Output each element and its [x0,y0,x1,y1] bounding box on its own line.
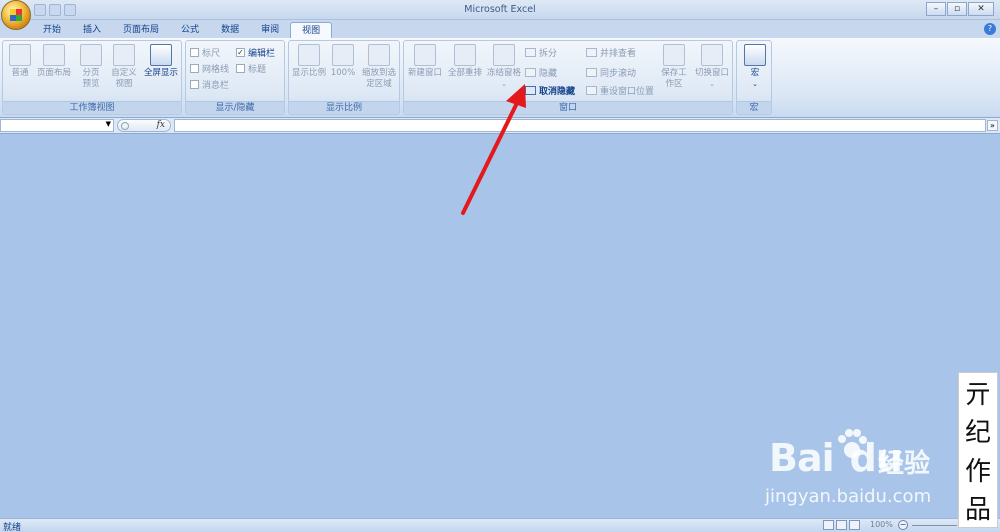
author-signature: 亓 纪 作 品 [958,372,998,528]
save-workspace-icon [663,44,685,66]
synchronous-scrolling-button[interactable]: 同步滚动 [586,66,636,79]
freeze-panes-button[interactable]: 冻结窗格 ⌄ [486,44,522,90]
switch-windows-button[interactable]: 切换窗口 ⌄ [692,44,732,90]
save-workspace-button[interactable]: 保存工作区 [657,44,691,90]
ruler-checkbox[interactable]: 标尺 [190,46,220,59]
tab-data[interactable]: 数据 [210,22,250,38]
insert-function-control[interactable]: fx [117,119,171,132]
help-icon[interactable]: ? [984,23,996,35]
ribbon-tabs-row: 开始 插入 页面布局 公式 数据 审阅 视图 ? [0,20,1000,38]
fx-icon[interactable]: fx [157,120,165,130]
full-screen-icon [150,44,172,66]
new-window-button[interactable]: 新建窗口 [406,44,444,79]
message-bar-checkbox[interactable]: 消息栏 [190,78,229,91]
group-zoom: 显示比例 100% 缩放到选定区域 显示比例 [288,40,400,115]
window-title: Microsoft Excel [464,4,536,15]
group-label-macros: 宏 [737,101,771,113]
page-break-icon [80,44,102,66]
restore-button[interactable]: ▫ [947,2,967,16]
zoom-level[interactable]: 100% [870,520,893,529]
view-side-by-side-button[interactable]: 并排查看 [586,46,636,59]
ribbon-tabs: 开始 插入 页面布局 公式 数据 审阅 视图 [32,22,333,38]
page-break-icon[interactable] [849,520,860,530]
zoom-selection-icon [368,44,390,66]
magnifier-icon [298,44,320,66]
custom-views-icon [113,44,135,66]
watermark-url: jingyan.baidu.com [765,486,932,507]
page-layout-view-button[interactable]: 页面布局 [34,44,74,79]
chevron-down-icon: ⌄ [709,80,715,88]
freeze-panes-icon [493,44,515,66]
full-screen-button[interactable]: 全屏显示 [141,44,181,79]
title-bar: Microsoft Excel – ▫ ✕ [0,0,1000,30]
paw-icon [838,429,867,458]
zoom-button[interactable]: 显示比例 [291,44,327,79]
arrange-all-button[interactable]: 全部重排 [446,44,484,79]
page-layout-icon[interactable] [836,520,847,530]
side-by-side-icon [586,48,597,57]
zoom-slider[interactable] [912,525,957,526]
new-window-icon [414,44,436,66]
tab-view[interactable]: 视图 [290,22,333,38]
status-ready: 就绪 [3,523,22,532]
page-break-preview-button[interactable]: 分页预览 [77,44,105,90]
close-button[interactable]: ✕ [968,2,994,16]
switch-windows-icon [701,44,723,66]
formula-bar-checkbox[interactable]: ✓ 编辑栏 [236,46,275,59]
page-layout-icon [43,44,65,66]
sync-scroll-icon [586,68,597,77]
unhide-button[interactable]: 取消隐藏 [525,84,575,97]
status-bar: 就绪 100% − [0,518,1000,532]
group-window: 新建窗口 全部重排 冻结窗格 ⌄ 拆分 隐藏 取消隐藏 并排查看 同步滚动 重设… [403,40,733,115]
gridlines-checkbox[interactable]: 网格线 [190,62,229,75]
macro-icon [744,44,766,66]
zoom-100-button[interactable]: 100% [329,44,357,79]
normal-view-icon [9,44,31,66]
chevron-down-icon: ⌄ [752,80,758,88]
tab-page-layout[interactable]: 页面布局 [112,22,170,38]
formula-input[interactable] [174,119,986,132]
group-label-zoom: 显示比例 [289,101,399,113]
zoom-100-icon [332,44,354,66]
reset-window-position-button[interactable]: 重设窗口位置 [586,84,654,97]
office-button[interactable] [1,0,31,30]
chevron-down-icon: ⌄ [501,80,507,88]
formula-bar: ▼ fx » [0,118,1000,134]
cancel-circle-icon [121,122,129,130]
split-button[interactable]: 拆分 [525,46,557,59]
zoom-out-button[interactable]: − [898,520,908,530]
chevron-down-icon[interactable]: ▼ [106,120,111,128]
expand-formula-bar-button[interactable]: » [987,120,998,131]
normal-view-icon[interactable] [823,520,834,530]
tab-insert[interactable]: 插入 [72,22,112,38]
unhide-icon [525,86,536,95]
group-workbook-views: 普通 页面布局 分页预览 自定义视图 全屏显示 工作簿视图 [2,40,182,115]
hide-button[interactable]: 隐藏 [525,66,557,79]
jingyan-watermark: 经验 [878,449,931,479]
group-label-show-hide: 显示/隐藏 [186,101,284,113]
group-label-workbook-views: 工作簿视图 [3,101,181,113]
tab-home[interactable]: 开始 [32,22,72,38]
custom-views-button[interactable]: 自定义视图 [109,44,139,90]
macros-button[interactable]: 宏 ⌄ [739,44,771,90]
normal-view-button[interactable]: 普通 [5,44,35,79]
zoom-to-selection-button[interactable]: 缩放到选定区域 [359,44,399,90]
group-macros: 宏 ⌄ 宏 [736,40,772,115]
reset-position-icon [586,86,597,95]
hide-icon [525,68,536,77]
tab-review[interactable]: 审阅 [250,22,290,38]
ribbon: 普通 页面布局 分页预览 自定义视图 全屏显示 工作簿视图 标尺 ✓ 编辑栏 网格… [0,38,1000,118]
minimize-button[interactable]: – [926,2,946,16]
tab-formulas[interactable]: 公式 [170,22,210,38]
group-label-window: 窗口 [404,101,732,113]
headings-checkbox[interactable]: 标题 [236,62,266,75]
arrange-all-icon [454,44,476,66]
name-box[interactable]: ▼ [0,119,114,132]
split-icon [525,48,536,57]
view-shortcuts [823,520,860,530]
office-logo-icon [10,9,22,21]
group-show-hide: 标尺 ✓ 编辑栏 网格线 标题 消息栏 显示/隐藏 [185,40,285,115]
window-controls: – ▫ ✕ [926,2,994,16]
